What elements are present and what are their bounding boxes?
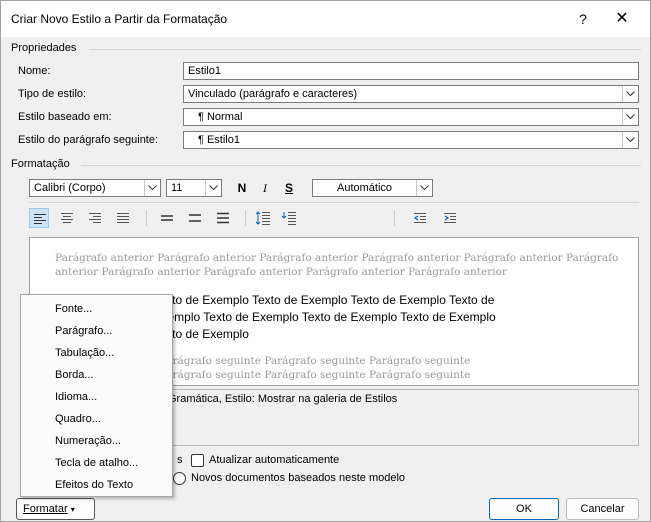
font-color-value: Automático (336, 182, 393, 194)
align-center-icon[interactable] (57, 208, 77, 228)
space-before-icon[interactable] (253, 208, 273, 228)
based-on-value: Normal (206, 111, 243, 123)
toolbar-divider (245, 210, 246, 226)
add-to-gallery-label: s (177, 454, 183, 466)
menu-item-border[interactable]: Borda... (21, 364, 172, 386)
following-style-value: Estilo1 (206, 134, 240, 146)
font-select[interactable]: Calibri (Corpo) (29, 179, 161, 197)
chevron-down-icon[interactable] (622, 109, 638, 125)
preview-previous-paragraph: Parágrafo anterior Parágrafo anterior Pa… (55, 252, 619, 278)
font-value: Calibri (Corpo) (34, 182, 106, 194)
italic-button[interactable]: I (255, 179, 275, 197)
format-menu: Fonte... Parágrafo... Tabulação... Borda… (20, 294, 173, 497)
decrease-indent-icon[interactable] (410, 208, 430, 228)
one-and-half-spacing-icon[interactable] (185, 208, 205, 228)
formatting-heading: Formatação (11, 158, 70, 170)
menu-item-paragraph[interactable]: Parágrafo... (21, 320, 172, 342)
align-right-icon[interactable] (85, 208, 105, 228)
chevron-down-icon[interactable] (622, 86, 638, 102)
auto-update-checkbox[interactable] (191, 454, 204, 467)
double-spacing-icon[interactable] (213, 208, 233, 228)
underline-button[interactable]: S (279, 179, 299, 197)
title-bar: Criar Novo Estilo a Partir da Formatação… (1, 1, 650, 37)
auto-update-label[interactable]: Atualizar automaticamente (209, 454, 339, 466)
font-size-value: 11 (171, 182, 183, 194)
menu-item-language[interactable]: Idioma... (21, 386, 172, 408)
menu-item-font[interactable]: Fonte... (21, 298, 172, 320)
new-docs-label[interactable]: Novos documentos baseados neste modelo (191, 472, 405, 484)
based-on-label: Estilo baseado em: (18, 111, 112, 123)
bold-button[interactable]: N (232, 179, 252, 197)
cancel-button[interactable]: Cancelar (566, 498, 639, 520)
style-type-label: Tipo de estilo: (18, 88, 87, 100)
menu-item-shortcut-key[interactable]: Tecla de atalho... (21, 452, 172, 474)
chevron-down-icon[interactable] (205, 180, 221, 196)
chevron-down-icon[interactable] (622, 132, 638, 148)
paragraph-mark-icon: ¶ (198, 111, 207, 123)
name-label: Nome: (18, 65, 51, 77)
based-on-select[interactable]: ¶ Normal (183, 108, 639, 126)
dialog: Criar Novo Estilo a Partir da Formatação… (0, 0, 651, 522)
close-button[interactable]: ✕ (607, 6, 637, 32)
menu-item-numbering[interactable]: Numeração... (21, 430, 172, 452)
toolbar-divider (394, 210, 395, 226)
menu-item-tabs[interactable]: Tabulação... (21, 342, 172, 364)
following-style-label: Estilo do parágrafo seguinte: (18, 134, 159, 146)
justify-icon[interactable] (113, 208, 133, 228)
space-after-icon[interactable] (279, 208, 299, 228)
format-button[interactable]: Formatar ▾ (16, 498, 95, 520)
properties-separator (89, 49, 641, 50)
chevron-down-icon[interactable] (416, 180, 432, 196)
increase-indent-icon[interactable] (440, 208, 460, 228)
ok-button[interactable]: OK (489, 498, 559, 520)
caret-down-icon: ▾ (70, 505, 75, 514)
name-field[interactable]: Estilo1 (183, 62, 639, 80)
toolbar-divider (146, 210, 147, 226)
style-type-value: Vinculado (parágrafo e caracteres) (188, 88, 358, 100)
menu-item-text-effects[interactable]: Efeitos do Texto (21, 474, 172, 496)
help-button[interactable]: ? (571, 8, 595, 30)
font-color-select[interactable]: Automático (312, 179, 433, 197)
properties-heading: Propriedades (11, 42, 77, 54)
align-left-icon[interactable] (29, 208, 49, 228)
single-spacing-icon[interactable] (157, 208, 177, 228)
menu-item-frame[interactable]: Quadro... (21, 408, 172, 430)
font-size-select[interactable]: 11 (166, 179, 222, 197)
style-type-select[interactable]: Vinculado (parágrafo e caracteres) (183, 85, 639, 103)
toolbar-separator (29, 202, 639, 203)
following-style-select[interactable]: ¶ Estilo1 (183, 131, 639, 149)
chevron-down-icon[interactable] (144, 180, 160, 196)
format-button-label: Formatar (23, 503, 68, 515)
paragraph-mark-icon: ¶ (198, 134, 207, 146)
formatting-separator (81, 165, 641, 166)
new-docs-radio[interactable] (173, 472, 186, 485)
window-title: Criar Novo Estilo a Partir da Formatação (11, 12, 228, 26)
